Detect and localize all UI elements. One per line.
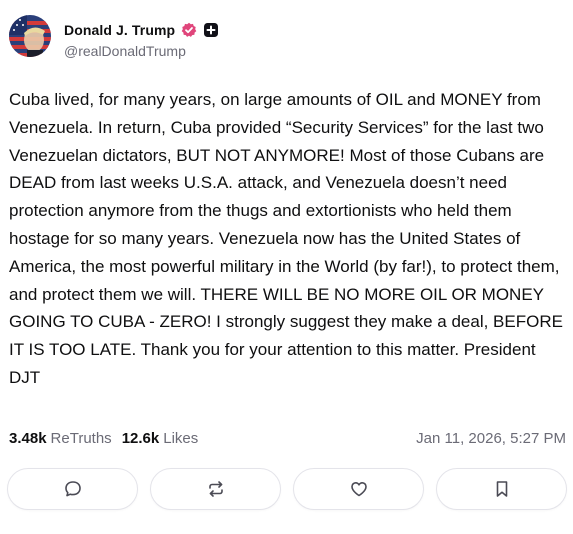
post-body: Cuba lived, for many years, on large amo…: [9, 90, 563, 387]
user-handle[interactable]: @realDonaldTrump: [64, 43, 186, 59]
heart-icon: [350, 482, 367, 497]
name-row: Donald J. Trump: [64, 20, 219, 40]
likes-count: 12.6k: [121, 430, 160, 447]
retruth-icon: [208, 481, 223, 497]
plus-square-icon: [203, 22, 219, 38]
like-button[interactable]: [293, 468, 424, 510]
post-header: Donald J. Trump @realDonaldTrump: [9, 15, 549, 61]
retruths-count: 3.48k: [9, 430, 47, 447]
action-bar: [7, 468, 567, 510]
retruths-label: ReTruths: [50, 430, 112, 447]
post-timestamp[interactable]: Jan 11, 2026, 5:27 PM: [416, 430, 566, 447]
bookmark-button[interactable]: [436, 468, 567, 510]
display-name[interactable]: Donald J. Trump: [64, 22, 175, 38]
verified-badge-icon: [181, 22, 197, 38]
reply-button[interactable]: [7, 468, 138, 510]
likes-stat[interactable]: 12.6k Likes: [122, 430, 199, 447]
post-stats: 3.48k ReTruths 12.6k Likes: [9, 430, 198, 447]
avatar[interactable]: [9, 15, 51, 57]
bookmark-icon: [496, 481, 507, 497]
retruth-button[interactable]: [150, 468, 281, 510]
comment-icon: [64, 481, 81, 497]
likes-label: Likes: [163, 430, 199, 447]
retruths-stat[interactable]: 3.48k ReTruths: [9, 430, 112, 447]
